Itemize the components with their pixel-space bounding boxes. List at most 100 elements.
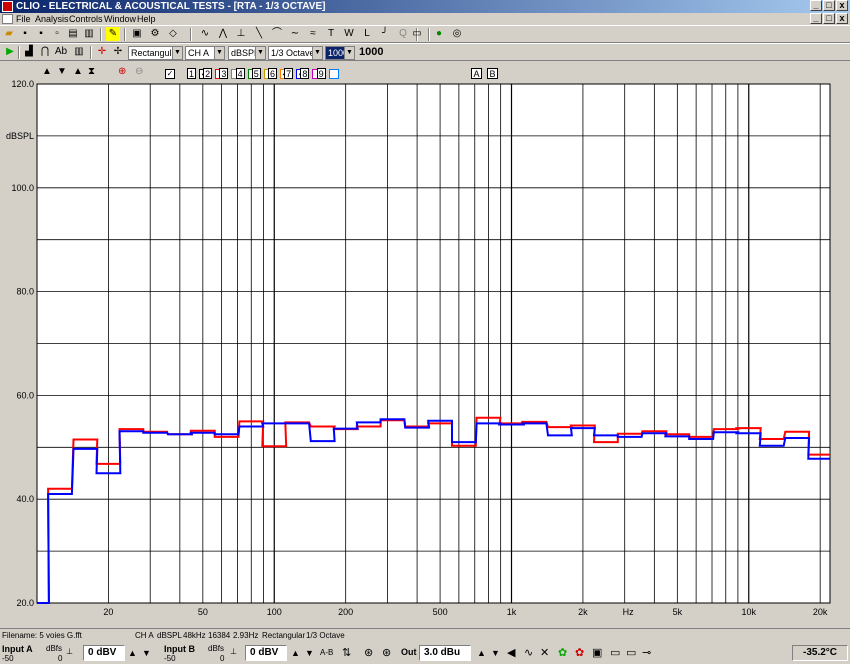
save-icon[interactable]: ▪: [18, 27, 32, 41]
qc-icon[interactable]: Q: [396, 27, 410, 41]
x-tick-label: 10k: [742, 607, 757, 617]
sine-icon[interactable]: ∿: [524, 646, 533, 659]
close-button[interactable]: x: [836, 0, 848, 11]
bar-graph-icon[interactable]: ▟: [22, 45, 36, 59]
quality-icon[interactable]: ╯: [378, 27, 392, 41]
speaker-icon[interactable]: ◀: [507, 646, 515, 659]
mls-icon[interactable]: ⊥: [234, 27, 248, 41]
x-tick-label: Hz: [623, 607, 634, 617]
mute-icon[interactable]: ✕: [540, 646, 549, 659]
clip-icon[interactable]: ▣: [592, 646, 602, 659]
input-b-label: Input B: [164, 644, 195, 654]
input-b-zero: 0: [220, 654, 225, 663]
menu-controls[interactable]: Controls: [69, 13, 103, 25]
menu-file[interactable]: File: [16, 13, 31, 25]
channel-select[interactable]: CH A ▼: [185, 46, 225, 60]
mic-icon[interactable]: ✿: [558, 646, 567, 659]
band-select[interactable]: 1/3 Octave ▼: [268, 46, 323, 60]
input-a-down-icon[interactable]: ▼: [142, 648, 151, 658]
sweep-icon[interactable]: ∼: [288, 27, 302, 41]
multimeter-icon[interactable]: ∿: [198, 27, 212, 41]
output-label: Out: [401, 647, 417, 657]
y-tick-label: 20.0: [16, 598, 34, 608]
y-tick-label: 120.0: [11, 79, 34, 89]
input-a-range: -50: [2, 654, 14, 663]
maximize-button[interactable]: □: [823, 0, 835, 11]
waterfall-icon[interactable]: ≈: [306, 27, 320, 41]
input-a-zero: 0: [58, 654, 63, 663]
leq-icon[interactable]: L: [360, 27, 374, 41]
output-level-field[interactable]: 3.0 dBu: [419, 645, 471, 661]
x-tick-label: 100: [267, 607, 282, 617]
phantom-b-icon[interactable]: ⊛: [382, 646, 391, 659]
play-icon[interactable]: ▶: [3, 45, 17, 59]
print-preview-icon[interactable]: ▤: [66, 27, 80, 41]
input-a-meter-icon: ⊥: [66, 647, 73, 656]
desktop-icon[interactable]: ▭: [410, 27, 424, 41]
io-b-icon[interactable]: ▭: [626, 646, 636, 659]
unit-select[interactable]: dBSPL ▼: [228, 46, 266, 60]
export-icon[interactable]: ▫: [50, 27, 64, 41]
scale-icon[interactable]: ▥: [72, 45, 86, 59]
multi-icon[interactable]: ⌒: [270, 27, 284, 41]
sinusoidal-icon[interactable]: ╲: [252, 27, 266, 41]
input-b-down-icon[interactable]: ▼: [305, 648, 314, 658]
camera-icon[interactable]: ▣: [130, 27, 144, 41]
phantom-icon[interactable]: ⊛: [364, 646, 373, 659]
input-a-dbfs: dBfs: [46, 644, 63, 653]
a-minus-b-button[interactable]: A-B: [320, 648, 333, 657]
open-folder-icon[interactable]: ▰: [2, 27, 16, 41]
status-filename: Filename: 5 voies G.fft: [2, 631, 82, 640]
status-unit: dBSPL: [157, 631, 182, 640]
ab-icon[interactable]: Ab: [54, 45, 68, 59]
help-icon[interactable]: ●: [432, 27, 446, 41]
menu-help[interactable]: Help: [137, 13, 156, 25]
output-down-icon[interactable]: ▼: [491, 648, 500, 658]
eraser-icon[interactable]: ◇: [166, 27, 180, 41]
y-tick-label: 80.0: [16, 287, 34, 297]
x-tick-label: 20: [103, 607, 113, 617]
x-tick-label: 200: [338, 607, 353, 617]
window-select[interactable]: Rectangular ▼: [128, 46, 183, 60]
menu-window[interactable]: Window: [104, 13, 136, 25]
input-a-range-field[interactable]: 0 dBV: [83, 645, 125, 661]
save-all-icon[interactable]: ▪: [34, 27, 48, 41]
marker-icon[interactable]: ✢: [111, 45, 125, 59]
wf-icon[interactable]: W: [342, 27, 356, 41]
crosshair-icon[interactable]: ✛: [95, 45, 109, 59]
status-bar: Filename: 5 voies G.fft CH A dBSPL 48kHz…: [0, 628, 850, 642]
mdi-close-button[interactable]: x: [836, 13, 848, 24]
y-axis-label: dBSPL: [6, 131, 34, 141]
status-bands: 1/3 Octave: [306, 631, 345, 640]
output-up-icon[interactable]: ▲: [477, 648, 486, 658]
mdi-minimize-button[interactable]: _: [810, 13, 822, 24]
notes-icon[interactable]: ✎: [106, 27, 120, 41]
y-tick-label: 40.0: [16, 494, 34, 504]
input-a-up-icon[interactable]: ▲: [128, 648, 137, 658]
minimize-button[interactable]: _: [810, 0, 822, 11]
y-tick-label: 60.0: [16, 390, 34, 400]
impedance-icon[interactable]: ✿: [575, 646, 584, 659]
average-select[interactable]: 1000 ▼: [325, 46, 355, 60]
print-icon[interactable]: ▥: [82, 27, 96, 41]
settings-icon[interactable]: ⚙: [148, 27, 162, 41]
x-tick-label: 500: [433, 607, 448, 617]
document-icon[interactable]: [2, 14, 13, 24]
app-icon[interactable]: [2, 1, 13, 12]
about-icon[interactable]: ◎: [450, 27, 464, 41]
menu-analysis[interactable]: Analysis: [35, 13, 69, 25]
x-tick-label: 2k: [578, 607, 588, 617]
x-tick-label: 5k: [673, 607, 683, 617]
fft-icon[interactable]: ⋀: [216, 27, 230, 41]
mdi-restore-button[interactable]: □: [823, 13, 835, 24]
x-tick-label: 20k: [813, 607, 828, 617]
loop-icon[interactable]: ⇅: [342, 646, 351, 659]
input-b-range-field[interactable]: 0 dBV: [245, 645, 287, 661]
smoothing-icon[interactable]: ⋂: [38, 45, 52, 59]
thermometer-icon: ⊸: [642, 647, 652, 659]
input-b-up-icon[interactable]: ▲: [291, 648, 300, 658]
io-icon[interactable]: ▭: [610, 646, 620, 659]
status-window: Rectangular: [262, 631, 306, 640]
ts-icon[interactable]: T: [324, 27, 338, 41]
hardware-control-bar: Input A -50 dBfs 0 ⊥ 0 dBV ▲ ▼ Input B -…: [0, 643, 850, 664]
